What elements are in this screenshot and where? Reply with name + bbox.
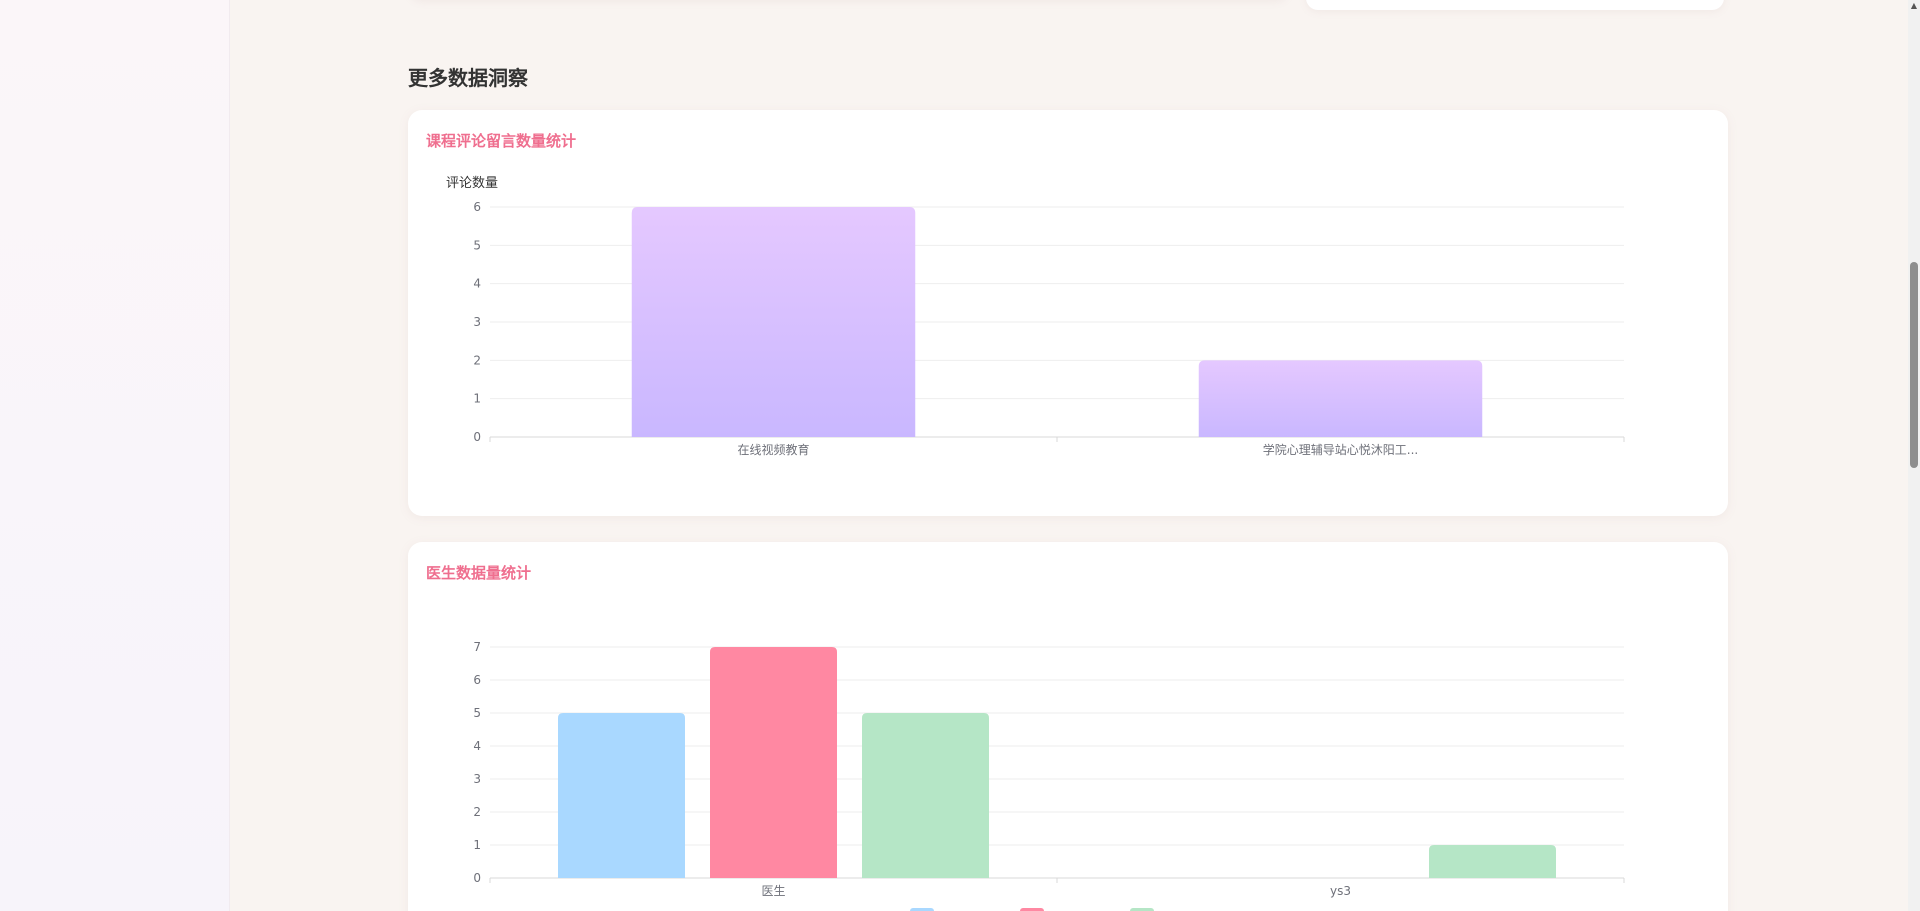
doctor-chart-card: 医生数据量统计 0 1 2 3 4 5 6 7 医生 ys3 [408, 542, 1728, 911]
doctor-x-tick-label: 医生 [761, 884, 785, 898]
comments-y-tick-label: 0 [473, 430, 481, 444]
previous-side-card [1306, 0, 1724, 10]
comments-y-tick-label: 5 [473, 238, 481, 252]
comments-bar[interactable] [631, 207, 916, 437]
comments-bar[interactable] [1198, 360, 1483, 437]
comments-y-tick-label: 6 [473, 200, 481, 214]
doctor-y-tick-label: 7 [473, 640, 481, 654]
comments-y-tick-label: 3 [473, 315, 481, 329]
doctor-y-tick-label: 4 [473, 739, 481, 753]
doctor-bar[interactable] [558, 713, 685, 878]
doctor-y-tick-label: 1 [473, 838, 481, 852]
comments-y-tick-label: 4 [473, 277, 481, 291]
sidebar [0, 0, 230, 911]
doctor-y-tick-label: 6 [473, 673, 481, 687]
doctor-bar[interactable] [710, 647, 837, 878]
comments-y-tick-label: 2 [473, 353, 481, 367]
scroll-up-icon[interactable]: ▲ [1909, 0, 1919, 12]
comments-chart-card: 课程评论留言数量统计 0 1 2 3 4 5 6 在线视频教育 学院心理辅导站心悦沐阳工... 评… [408, 110, 1728, 516]
doctor-y-tick-label: 3 [473, 772, 481, 786]
doctor-bar[interactable] [1429, 845, 1556, 878]
comments-x-tick-label: 学院心理辅导站心悦沐阳工... [1263, 442, 1418, 457]
comments-y-tick-label: 1 [473, 392, 481, 406]
comments-bar-chart: 0 1 2 3 4 5 6 在线视频教育 学院心理辅导站心悦沐阳工... 评论数量 [446, 176, 1625, 457]
doctor-bar-chart: 0 1 2 3 4 5 6 7 医生 ys3 [473, 640, 1625, 911]
section-title: 更多数据洞察 [408, 66, 528, 90]
doctor-y-tick-label: 5 [473, 706, 481, 720]
vertical-scrollbar[interactable]: ▲ [1908, 0, 1920, 911]
doctor-x-tick-label: ys3 [1330, 884, 1351, 898]
doctor-bar[interactable] [862, 713, 989, 878]
comments-x-tick-label: 在线视频教育 [737, 442, 809, 457]
doctor-y-tick-label: 0 [473, 871, 481, 885]
comments-y-axis-label: 评论数量 [446, 176, 498, 191]
doctor-y-tick-label: 2 [473, 805, 481, 819]
scrollbar-thumb[interactable] [1910, 262, 1918, 468]
main-content: 更多数据洞察 课程评论留言数量统计 0 1 2 3 4 5 6 在线视频教育 学院心理辅导站心悦… [230, 0, 1910, 911]
